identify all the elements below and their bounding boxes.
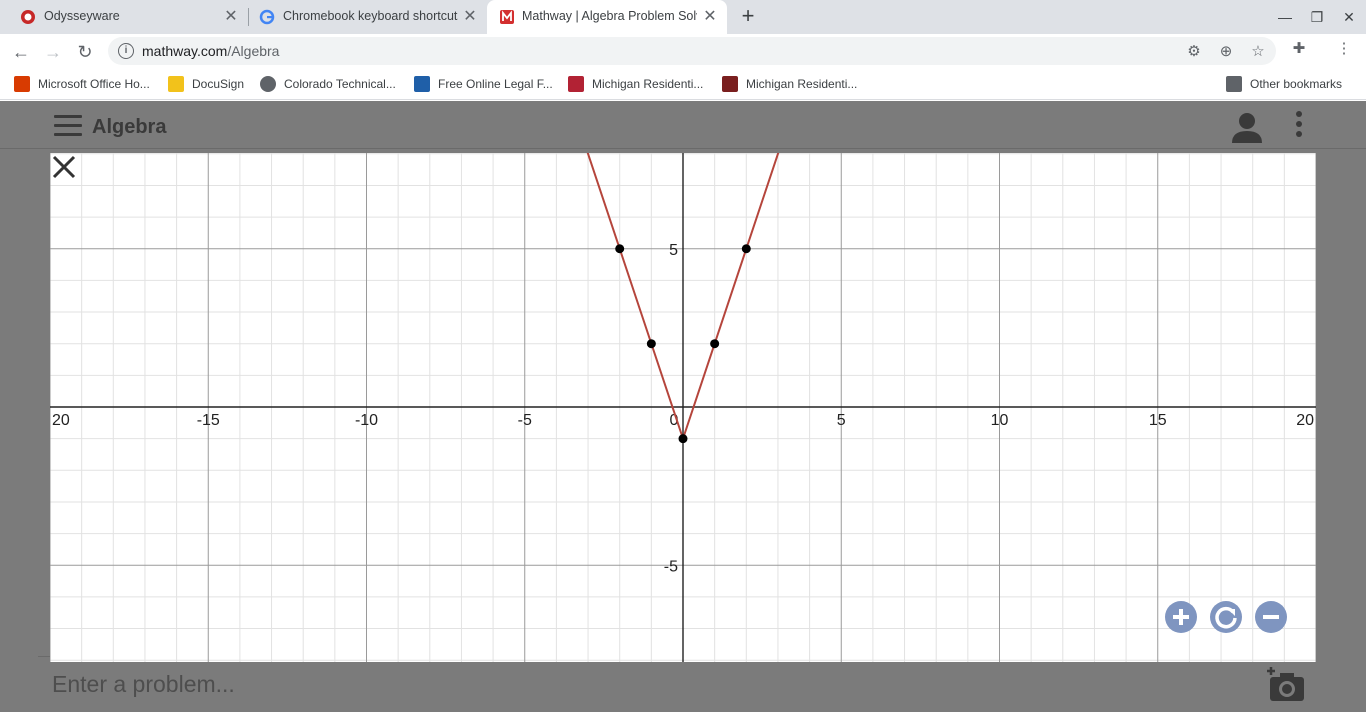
office-icon <box>14 76 30 92</box>
refresh-icon <box>1215 606 1237 629</box>
y-tick-label: 5 <box>669 242 678 259</box>
bookmark-label: Free Online Legal F... <box>438 77 553 91</box>
zoom-out-button[interactable] <box>1255 601 1287 633</box>
legal-icon <box>414 76 430 92</box>
reset-view-button[interactable] <box>1210 601 1242 633</box>
x-tick-label: 15 <box>1149 412 1167 429</box>
forward-icon[interactable]: → <box>42 41 64 63</box>
tab-title: Chromebook keyboard shortcuts <box>283 9 458 23</box>
tab-odysseyware[interactable]: Odysseyware ✕ <box>0 0 248 34</box>
problem-input[interactable] <box>52 667 1252 701</box>
camera-icon[interactable] <box>1266 665 1308 705</box>
chrome-menu-icon[interactable]: ⋮ <box>1335 40 1353 58</box>
bookmark-michigan-1[interactable]: Michigan Residenti... <box>568 75 703 93</box>
x-tick-label: -5 <box>518 412 532 429</box>
other-bookmarks[interactable]: Other bookmarks <box>1226 75 1342 93</box>
bookmark-label: DocuSign <box>192 77 245 91</box>
data-point <box>646 339 656 349</box>
problem-bar <box>38 656 1316 712</box>
app-title: Algebra <box>92 116 167 138</box>
plus-icon <box>1173 609 1189 625</box>
us-flag-icon <box>568 76 584 92</box>
folder-icon <box>1226 76 1242 92</box>
graph-modal[interactable]: 20 -15 -10 -5 0 5 10 15 20 5 -5 <box>50 153 1316 662</box>
x-tick-label: 5 <box>837 412 846 429</box>
tab-chromebook-shortcuts[interactable]: Chromebook keyboard shortcuts ✕ <box>239 0 487 34</box>
bookmark-label: Microsoft Office Ho... <box>38 77 150 91</box>
tab-title: Mathway | Algebra Problem Solver <box>522 9 697 23</box>
x-tick-label: 20 <box>52 412 70 429</box>
y-tick-label: -5 <box>664 558 678 575</box>
google-icon <box>259 9 275 25</box>
tab-mathway[interactable]: Mathway | Algebra Problem Solver ✕ <box>487 0 727 34</box>
law-icon <box>722 76 738 92</box>
globe-icon <box>260 76 276 92</box>
user-icon[interactable] <box>1230 111 1264 143</box>
restore-icon[interactable]: ❐ <box>1308 8 1326 26</box>
data-point <box>678 434 688 444</box>
bookmarks-bar: Microsoft Office Ho... DocuSign Colorado… <box>0 68 1366 100</box>
close-tab-icon[interactable]: ✕ <box>701 8 719 26</box>
back-icon[interactable]: ← <box>10 41 32 63</box>
x-tick-label: 20 <box>1296 412 1314 429</box>
address-bar[interactable]: i mathway.com/Algebra ⚙ ⊕ ☆ <box>108 37 1276 65</box>
bookmark-microsoft-office[interactable]: Microsoft Office Ho... <box>14 75 150 93</box>
x-tick-label: -10 <box>355 412 378 429</box>
zoom-icon[interactable]: ⊕ <box>1217 43 1235 61</box>
close-tab-icon[interactable]: ✕ <box>222 8 240 26</box>
x-tick-label: 10 <box>991 412 1009 429</box>
data-point <box>615 244 625 254</box>
url-text[interactable]: mathway.com/Algebra <box>142 43 279 59</box>
minimize-icon[interactable]: — <box>1276 8 1294 26</box>
docusign-icon <box>168 76 184 92</box>
url-path: /Algebra <box>227 43 280 59</box>
url-host: mathway.com <box>142 43 228 59</box>
close-graph-icon[interactable] <box>50 153 78 181</box>
bookmark-michigan-2[interactable]: Michigan Residenti... <box>722 75 857 93</box>
bookmark-free-online-legal[interactable]: Free Online Legal F... <box>414 75 553 93</box>
tab-strip: Odysseyware ✕ Chromebook keyboard shortc… <box>0 0 1366 34</box>
mathway-icon <box>500 10 514 24</box>
blocked-plugin-icon[interactable]: ⚙ <box>1185 43 1203 61</box>
hamburger-menu-icon[interactable] <box>54 115 82 137</box>
reload-icon[interactable]: ↻ <box>74 41 96 63</box>
zoom-in-button[interactable] <box>1165 601 1197 633</box>
bookmark-label: Michigan Residenti... <box>592 77 704 91</box>
bookmark-colorado-technical[interactable]: Colorado Technical... <box>260 75 396 93</box>
minus-icon <box>1263 615 1279 619</box>
bookmark-docusign[interactable]: DocuSign <box>168 75 244 93</box>
site-info-icon[interactable]: i <box>118 43 134 59</box>
x-tick-label: -15 <box>197 412 220 429</box>
bookmark-star-icon[interactable]: ☆ <box>1249 43 1267 61</box>
data-point <box>741 244 751 254</box>
odysseyware-icon <box>21 10 35 24</box>
graph-canvas[interactable]: 20 -15 -10 -5 0 5 10 15 20 5-5 <box>50 153 1316 662</box>
data-point <box>710 339 720 349</box>
other-bookmarks-label: Other bookmarks <box>1250 77 1343 91</box>
close-window-icon[interactable]: ✕ <box>1340 8 1358 26</box>
extensions-icon[interactable]: ✚ <box>1290 40 1308 58</box>
tab-title: Odysseyware <box>44 9 120 23</box>
new-tab-button[interactable]: + <box>737 5 759 28</box>
bookmark-label: Michigan Residenti... <box>746 77 858 91</box>
close-tab-icon[interactable]: ✕ <box>461 8 479 26</box>
bookmark-label: Colorado Technical... <box>284 77 396 91</box>
y-tick-labels: 5 -5 <box>664 242 678 576</box>
app-header: Algebra <box>0 101 1366 149</box>
browser-toolbar: ← → ↻ i mathway.com/Algebra ⚙ ⊕ ☆ <box>0 34 1366 68</box>
app-menu-icon[interactable] <box>1294 111 1304 141</box>
